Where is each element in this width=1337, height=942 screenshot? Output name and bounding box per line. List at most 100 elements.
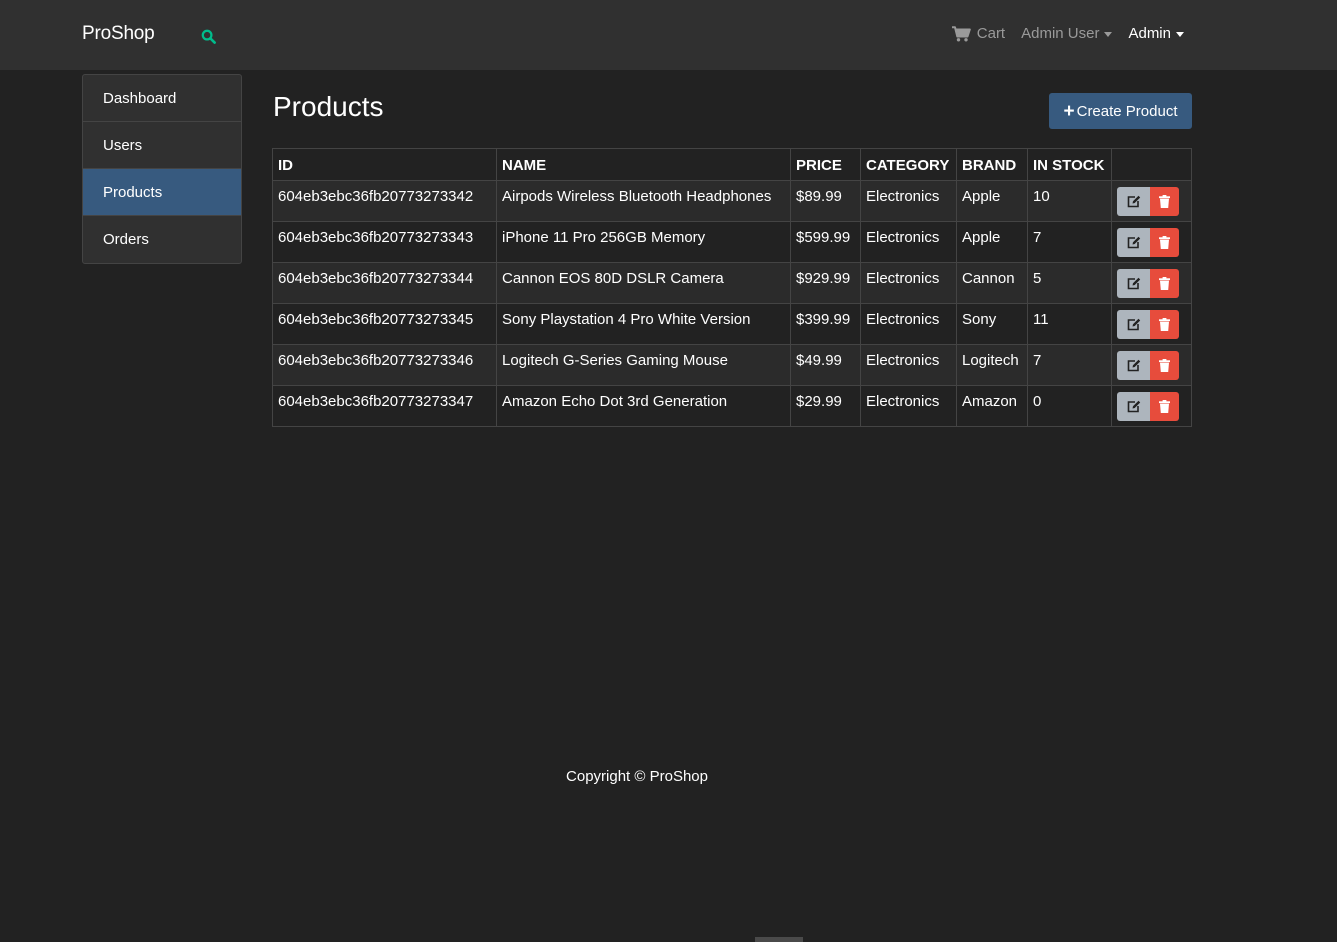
cell-brand: Sony [956,303,1028,345]
cell-brand: Apple [956,221,1028,263]
delete-button[interactable] [1150,392,1179,421]
cell-actions [1111,221,1192,263]
sidebar-item-products[interactable]: Products [83,169,241,216]
cell-brand: Apple [956,180,1028,222]
table-row: 604eb3ebc36fb20773273347 Amazon Echo Dot… [272,385,1192,427]
cell-price: $29.99 [790,385,861,427]
trash-icon [1159,359,1170,372]
edit-icon [1127,195,1140,208]
sidebar-item-users[interactable]: Users [83,122,241,169]
delete-button[interactable] [1150,187,1179,216]
horizontal-scrollbar[interactable] [755,937,803,942]
plus-icon: + [1063,100,1075,122]
cell-id: 604eb3ebc36fb20773273346 [272,344,497,386]
cell-name: iPhone 11 Pro 256GB Memory [496,221,791,263]
edit-icon [1127,277,1140,290]
cart-label: Cart [976,25,1006,42]
create-product-button[interactable]: + Create Product [1049,93,1192,129]
cell-name: Sony Playstation 4 Pro White Version [496,303,791,345]
edit-icon [1127,318,1140,331]
column-header-price: PRICE [790,148,861,181]
cell-actions [1111,303,1192,345]
column-header-actions [1111,148,1192,181]
edit-button[interactable] [1117,351,1150,380]
sidebar-item-label: Dashboard [103,89,177,107]
chevron-down-icon [1176,31,1184,37]
cell-category: Electronics [860,262,957,304]
user-menu-label: Admin User [1021,25,1100,42]
cell-category: Electronics [860,221,957,263]
sidebar-item-label: Users [103,136,143,154]
nav-right: Cart Admin User Admin [936,25,1184,42]
delete-button[interactable] [1150,269,1179,298]
column-header-name: NAME [496,148,791,181]
admin-menu-dropdown[interactable]: Admin [1128,25,1184,42]
edit-icon [1127,400,1140,413]
trash-icon [1159,277,1170,290]
cell-id: 604eb3ebc36fb20773273345 [272,303,497,345]
sidebar-item-label: Products [103,183,163,201]
cell-category: Electronics [860,303,957,345]
cell-price: $929.99 [790,262,861,304]
cell-actions [1111,262,1192,304]
column-header-brand: BRAND [956,148,1028,181]
cart-icon [951,25,971,42]
column-header-id: ID [272,148,497,181]
create-product-label: Create Product [1076,102,1178,120]
cell-price: $599.99 [790,221,861,263]
edit-button[interactable] [1117,228,1150,257]
search-button[interactable] [197,25,219,47]
edit-button[interactable] [1117,187,1150,216]
edit-icon [1127,236,1140,249]
admin-menu-label: Admin [1128,25,1171,42]
trash-icon [1159,236,1170,249]
cell-id: 604eb3ebc36fb20773273343 [272,221,497,263]
cell-name: Airpods Wireless Bluetooth Headphones [496,180,791,222]
cell-name: Amazon Echo Dot 3rd Generation [496,385,791,427]
trash-icon [1159,400,1170,413]
cell-stock: 0 [1027,385,1112,427]
cell-actions [1111,180,1192,222]
user-menu-dropdown[interactable]: Admin User [1021,25,1113,42]
delete-button[interactable] [1150,351,1179,380]
cell-price: $89.99 [790,180,861,222]
cell-id: 604eb3ebc36fb20773273342 [272,180,497,222]
footer-copyright: Copyright © ProShop [566,768,708,785]
cell-brand: Amazon [956,385,1028,427]
chevron-down-icon [1104,31,1113,37]
table-row: 604eb3ebc36fb20773273343 iPhone 11 Pro 2… [272,221,1192,263]
column-header-in-stock: IN STOCK [1027,148,1112,181]
table-row: 604eb3ebc36fb20773273345 Sony Playstatio… [272,303,1192,345]
cell-price: $399.99 [790,303,861,345]
navbar: ProShop Cart Admin User Admin [0,0,1337,70]
cell-category: Electronics [860,385,957,427]
edit-icon [1127,359,1140,372]
cart-link[interactable]: Cart [951,25,1006,42]
column-header-category: CATEGORY [860,148,957,181]
cell-stock: 11 [1027,303,1112,345]
sidebar-item-label: Orders [103,231,149,248]
trash-icon [1159,195,1170,208]
delete-button[interactable] [1150,310,1179,339]
cell-stock: 10 [1027,180,1112,222]
cell-actions [1111,385,1192,427]
cell-price: $49.99 [790,344,861,386]
cell-id: 604eb3ebc36fb20773273347 [272,385,497,427]
sidebar-item-orders[interactable]: Orders [83,216,241,263]
cell-brand: Logitech [956,344,1028,386]
edit-button[interactable] [1117,310,1150,339]
edit-button[interactable] [1117,269,1150,298]
products-table: ID NAME PRICE CATEGORY BRAND IN STOCK 60… [272,148,1192,427]
cell-category: Electronics [860,344,957,386]
delete-button[interactable] [1150,228,1179,257]
cell-stock: 7 [1027,221,1112,263]
brand-logo[interactable]: ProShop [82,23,155,45]
sidebar-item-dashboard[interactable]: Dashboard [83,75,241,122]
trash-icon [1159,318,1170,331]
edit-button[interactable] [1117,392,1150,421]
cell-stock: 7 [1027,344,1112,386]
table-row: 604eb3ebc36fb20773273346 Logitech G-Seri… [272,344,1192,386]
cell-category: Electronics [860,180,957,222]
cell-name: Cannon EOS 80D DSLR Camera [496,262,791,304]
cell-brand: Cannon [956,262,1028,304]
